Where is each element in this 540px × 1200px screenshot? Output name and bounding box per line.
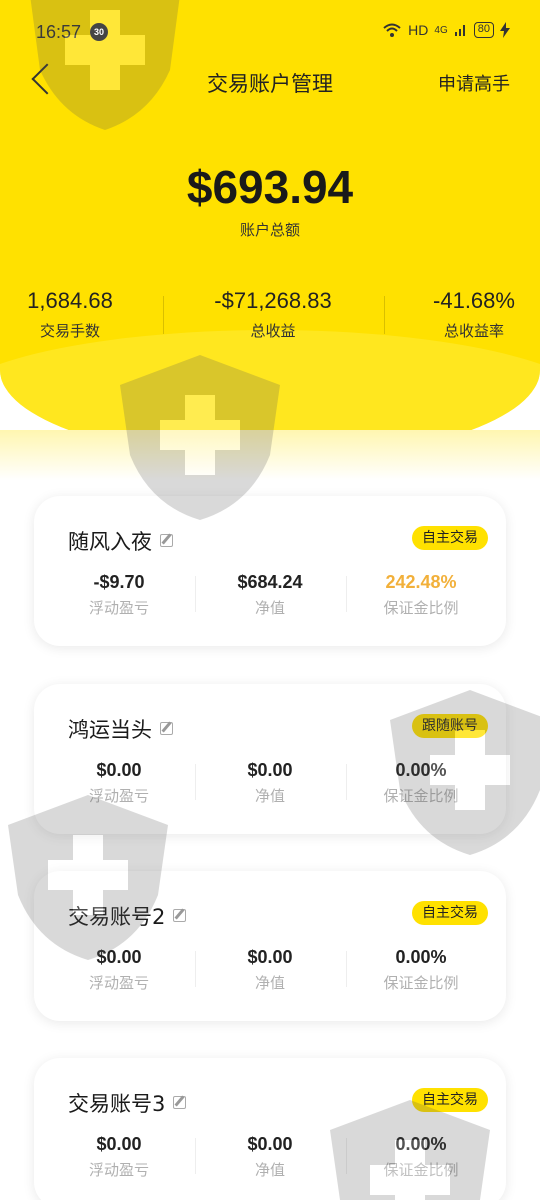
page-header: 交易账户管理 申请高手 [0, 60, 540, 104]
metric-label: 保证金比例 [383, 974, 459, 992]
status-bar: 16:57 30 HD 4G 80 [0, 0, 540, 64]
stat-lots: 1,684.68 交易手数 [0, 288, 160, 341]
stat-label: 总收益率 [443, 322, 504, 340]
metric-value: $0.00 [96, 760, 142, 780]
account-name: 交易账号2 [68, 901, 187, 931]
account-card[interactable]: 交易账号2 自主交易 $0.00 浮动盈亏 $0.00 净值 0.00% 保证金… [34, 871, 506, 1021]
metric-floating-pl: $0.00 浮动盈亏 [44, 1134, 194, 1180]
system-indicators: HD 4G 80 [382, 22, 510, 38]
metric-margin-ratio: 242.48% 保证金比例 [346, 572, 496, 618]
stat-divider [163, 296, 164, 334]
account-card[interactable]: 交易账号3 自主交易 $0.00 浮动盈亏 $0.00 净值 0.00% 保证金… [34, 1058, 506, 1200]
metric-value: 242.48% [385, 572, 457, 592]
metric-margin-ratio: 0.00% 保证金比例 [346, 1134, 496, 1180]
stat-label: 总收益 [250, 322, 296, 340]
metric-value: $684.24 [237, 572, 303, 592]
metric-margin-ratio: 0.00% 保证金比例 [346, 947, 496, 993]
metric-label: 保证金比例 [383, 599, 459, 617]
total-amount-label: 账户总额 [239, 221, 300, 239]
account-name: 随风入夜 [68, 526, 173, 556]
apply-expert-link[interactable]: 申请高手 [438, 70, 510, 96]
account-type-tag: 自主交易 [412, 901, 488, 925]
account-name-text: 交易账号2 [68, 905, 166, 929]
stat-value: 1,684.68 [27, 288, 113, 313]
metric-value: $0.00 [96, 1134, 142, 1154]
metric-value: $0.00 [247, 947, 293, 967]
metric-equity: $0.00 净值 [195, 1134, 345, 1180]
summary-stats: 1,684.68 交易手数 -$71,268.83 总收益 -41.68% 总收… [0, 288, 540, 348]
metric-label: 净值 [254, 599, 285, 617]
account-card[interactable]: 随风入夜 自主交易 -$9.70 浮动盈亏 $684.24 净值 242.48%… [34, 496, 506, 646]
account-name: 交易账号3 [68, 1088, 187, 1118]
battery-indicator: 80 [473, 22, 494, 38]
metric-label: 浮动盈亏 [88, 787, 149, 805]
metric-label: 浮动盈亏 [88, 1161, 149, 1179]
wifi-icon [383, 23, 401, 37]
metric-label: 净值 [254, 1161, 285, 1179]
edit-icon[interactable] [173, 1096, 187, 1109]
metric-label: 浮动盈亏 [88, 599, 149, 617]
metric-equity: $0.00 净值 [195, 760, 345, 806]
account-name-text: 交易账号3 [68, 1092, 166, 1116]
stat-profit-rate: -41.68% 总收益率 [384, 288, 540, 341]
metric-label: 净值 [254, 787, 285, 805]
metric-label: 保证金比例 [383, 787, 459, 805]
stat-total-profit: -$71,268.83 总收益 [183, 288, 363, 341]
metric-value: 0.00% [395, 1134, 447, 1154]
total-amount: $693.94 [186, 161, 354, 213]
stat-value: -$71,268.83 [214, 288, 332, 313]
signal-label: 4G [434, 24, 448, 36]
account-name-text: 随风入夜 [68, 530, 152, 554]
hero-fade [0, 430, 540, 480]
charging-icon [500, 22, 510, 38]
metric-value: $0.00 [247, 1134, 293, 1154]
edit-icon[interactable] [160, 722, 173, 735]
account-name: 鸿运当头 [68, 714, 173, 744]
status-time: 16:57 [36, 22, 82, 42]
stat-label: 交易手数 [39, 322, 100, 340]
metric-label: 净值 [254, 974, 285, 992]
metric-floating-pl: -$9.70 浮动盈亏 [44, 572, 194, 618]
notification-badge: 30 [90, 23, 108, 41]
network-label: HD [408, 22, 429, 38]
metric-equity: $684.24 净值 [195, 572, 345, 618]
metric-value: -$9.70 [93, 572, 145, 592]
account-type-tag: 跟随账号 [412, 714, 488, 738]
stat-value: -41.68% [433, 288, 515, 313]
edit-icon[interactable] [173, 909, 187, 922]
metric-value: $0.00 [247, 760, 293, 780]
signal-icon [454, 25, 465, 36]
metric-floating-pl: $0.00 浮动盈亏 [44, 760, 194, 806]
metric-value: 0.00% [395, 947, 447, 967]
account-type-tag: 自主交易 [412, 526, 488, 550]
account-name-text: 鸿运当头 [68, 718, 152, 742]
account-type-tag: 自主交易 [412, 1088, 488, 1112]
metric-equity: $0.00 净值 [195, 947, 345, 993]
metric-value: $0.00 [96, 947, 142, 967]
edit-icon[interactable] [160, 534, 173, 547]
metric-floating-pl: $0.00 浮动盈亏 [44, 947, 194, 993]
metric-label: 浮动盈亏 [88, 974, 149, 992]
metric-label: 保证金比例 [383, 1161, 459, 1179]
metric-value: 0.00% [395, 760, 447, 780]
account-card[interactable]: 鸿运当头 跟随账号 $0.00 浮动盈亏 $0.00 净值 0.00% 保证金比… [34, 684, 506, 834]
metric-margin-ratio: 0.00% 保证金比例 [346, 760, 496, 806]
